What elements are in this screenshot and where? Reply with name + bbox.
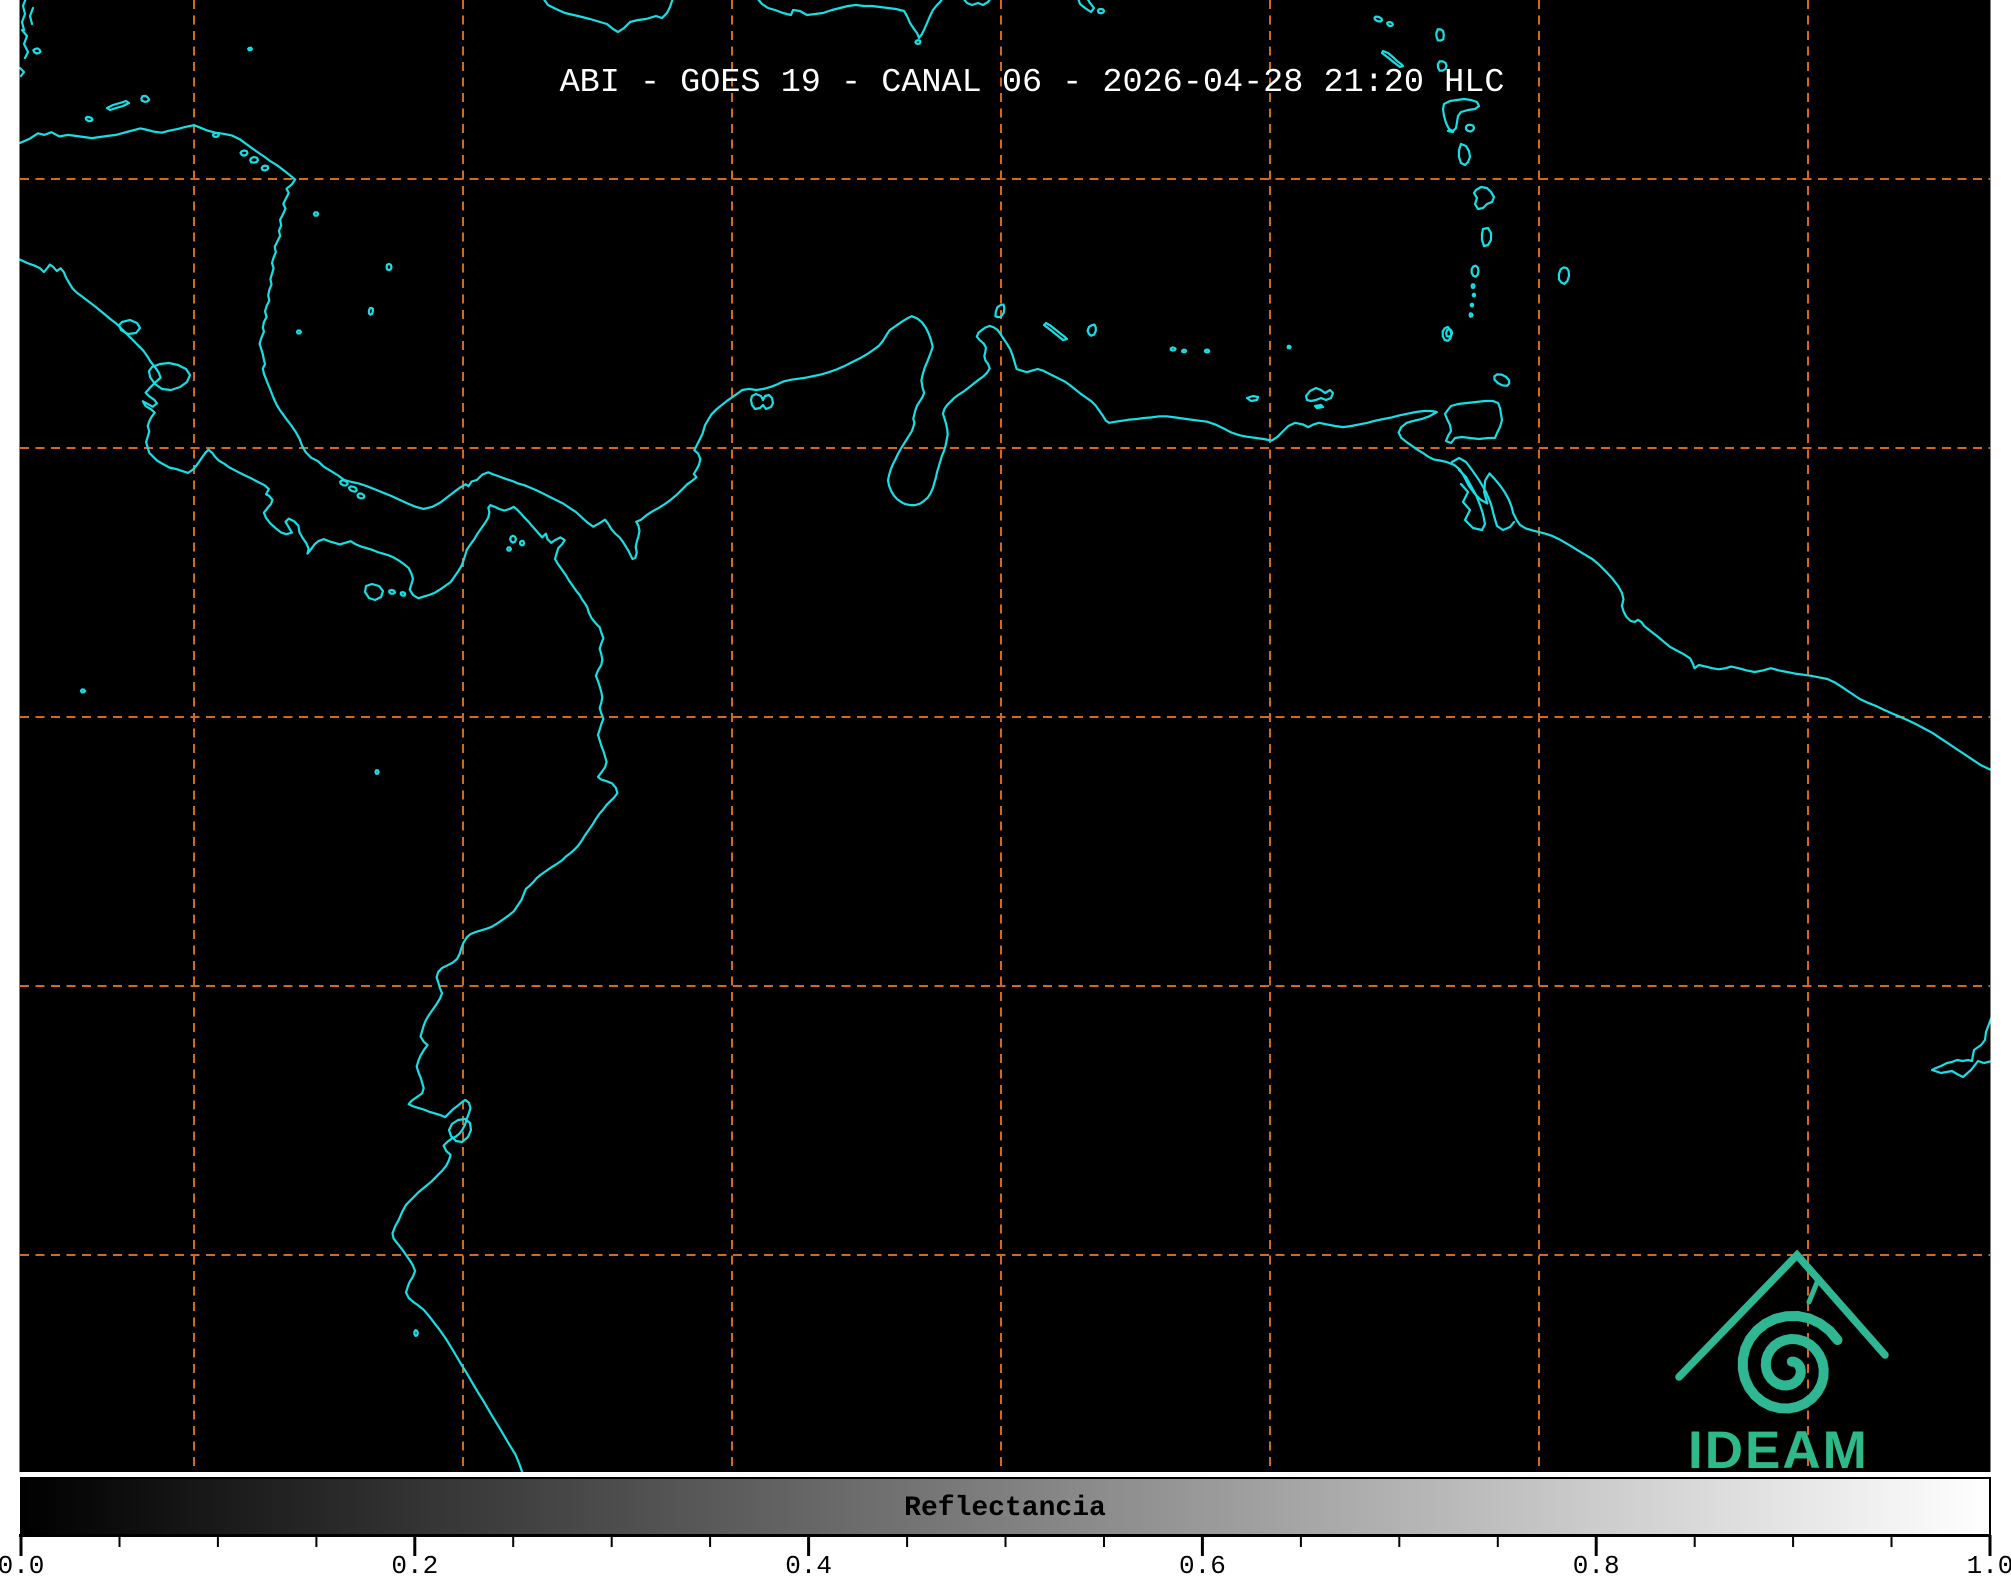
svg-text:0.0: 0.0 (0, 1551, 44, 1577)
svg-text:0.6: 0.6 (1179, 1551, 1226, 1577)
svg-text:Reflectancia: Reflectancia (904, 1493, 1106, 1524)
svg-text:ABI - GOES 19 - CANAL 06 - 202: ABI - GOES 19 - CANAL 06 - 2026-04-28 21… (560, 64, 1505, 102)
svg-text:IDEAM: IDEAM (1688, 1421, 1869, 1480)
svg-text:0.4: 0.4 (785, 1551, 832, 1577)
svg-text:1.0: 1.0 (1967, 1551, 2011, 1577)
svg-text:0.2: 0.2 (391, 1551, 438, 1577)
svg-text:0.8: 0.8 (1573, 1551, 1620, 1577)
